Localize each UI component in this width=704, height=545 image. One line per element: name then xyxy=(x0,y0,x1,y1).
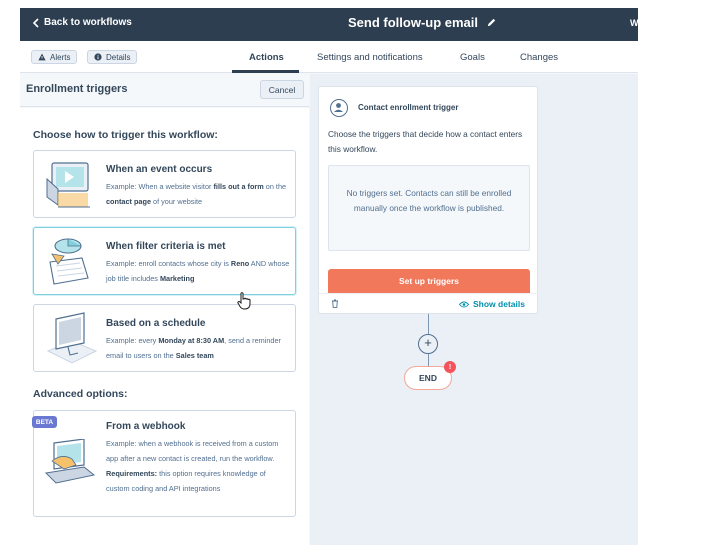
trash-icon[interactable] xyxy=(331,299,339,308)
workflow-canvas: Contact enrollment trigger Choose the tr… xyxy=(310,74,638,545)
option-description: Example: every Monday at 8:30 AM, send a… xyxy=(106,336,281,360)
panel-body: Choose how to trigger this workflow: Whe… xyxy=(20,108,309,545)
top-bar: Back to workflows Send follow-up email W xyxy=(20,8,638,41)
filter-illustration-icon xyxy=(49,238,89,285)
workflow-editor: Back to workflows Send follow-up email W… xyxy=(20,8,638,545)
choose-heading: Choose how to trigger this workflow: xyxy=(33,129,218,141)
details-button[interactable]: Details xyxy=(87,50,138,64)
tab-settings-and-notifications[interactable]: Settings and notifications xyxy=(317,52,423,63)
advanced-heading: Advanced options: xyxy=(33,388,128,400)
cancel-button[interactable]: Cancel xyxy=(260,80,304,99)
add-action-button[interactable]: + xyxy=(418,334,438,354)
show-details-label: Show details xyxy=(473,299,525,309)
active-tab-indicator xyxy=(232,70,299,73)
connector-line xyxy=(428,314,429,334)
trigger-card-footer: Show details xyxy=(319,293,539,314)
trigger-option-event[interactable]: When an event occurs Example: When a web… xyxy=(33,150,296,218)
enrollment-triggers-panel: Enrollment triggers Cancel Choose how to… xyxy=(20,74,309,545)
topbar-right-text: W xyxy=(630,18,638,28)
no-triggers-message: No triggers set. Contacts can still be e… xyxy=(328,165,530,251)
beta-badge: BETA xyxy=(32,416,57,428)
trigger-option-schedule[interactable]: Based on a schedule Example: every Monda… xyxy=(33,304,296,372)
chevron-left-icon xyxy=(32,17,39,28)
eye-icon xyxy=(459,301,469,307)
option-description: Example: When a website visitor fills ou… xyxy=(106,182,287,206)
tab-changes[interactable]: Changes xyxy=(520,52,558,63)
enrollment-trigger-card[interactable]: Contact enrollment trigger Choose the tr… xyxy=(318,86,539,314)
option-title: Based on a schedule xyxy=(106,318,206,329)
warning-icon xyxy=(38,53,46,61)
back-to-workflows-link[interactable]: Back to workflows xyxy=(32,17,132,28)
option-description: Example: enroll contacts whose city is R… xyxy=(106,259,290,283)
details-label: Details xyxy=(106,52,131,62)
hand-cursor-icon xyxy=(237,292,251,310)
trigger-option-webhook[interactable]: BETA From a webhook Example: when a webh… xyxy=(32,410,296,517)
option-title: When filter criteria is met xyxy=(106,241,226,252)
tab-actions[interactable]: Actions xyxy=(249,52,284,63)
trigger-card-description: Choose the triggers that decide how a co… xyxy=(328,129,523,154)
schedule-illustration-icon xyxy=(46,312,98,364)
contact-icon xyxy=(330,99,348,117)
info-icon xyxy=(94,53,102,61)
panel-title: Enrollment triggers xyxy=(26,83,128,95)
show-details-link[interactable]: Show details xyxy=(459,299,525,309)
end-alert-badge: ! xyxy=(444,361,456,373)
pencil-icon[interactable] xyxy=(486,17,497,28)
connector-line xyxy=(428,354,429,366)
webhook-illustration-icon xyxy=(44,439,96,484)
alerts-button[interactable]: Alerts xyxy=(31,50,78,64)
tab-bar: Alerts Details Actions Settings and noti… xyxy=(20,41,638,73)
option-title: When an event occurs xyxy=(106,164,213,175)
back-label: Back to workflows xyxy=(44,17,132,28)
set-up-triggers-button[interactable]: Set up triggers xyxy=(328,269,530,293)
trigger-option-filter[interactable]: When filter criteria is met Example: enr… xyxy=(33,227,296,295)
workflow-title-text: Send follow-up email xyxy=(348,15,479,30)
workflow-title[interactable]: Send follow-up email xyxy=(348,15,497,30)
option-description: Example: when a webhook is received from… xyxy=(106,439,279,493)
alerts-label: Alerts xyxy=(50,52,71,62)
trigger-card-title: Contact enrollment trigger xyxy=(358,103,459,112)
tab-goals[interactable]: Goals xyxy=(460,52,485,63)
option-title: From a webhook xyxy=(106,421,186,432)
panel-header: Enrollment triggers Cancel xyxy=(20,74,309,107)
event-illustration-icon xyxy=(46,162,90,208)
